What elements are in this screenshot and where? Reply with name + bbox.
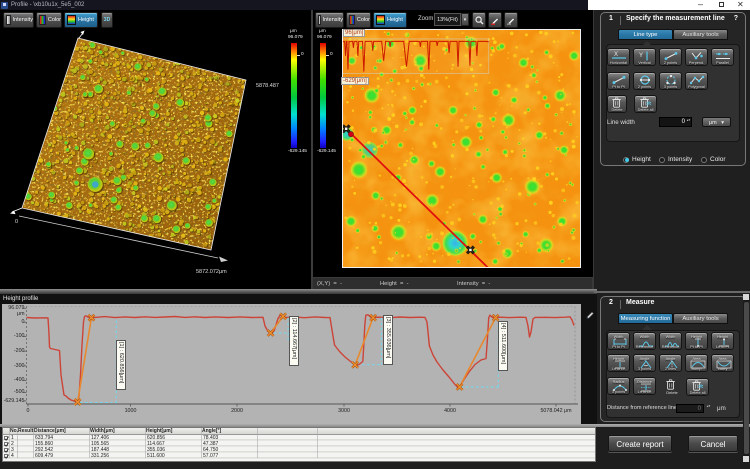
svg-text:Y: Y (639, 53, 643, 59)
svg-text:X: X (614, 52, 618, 58)
